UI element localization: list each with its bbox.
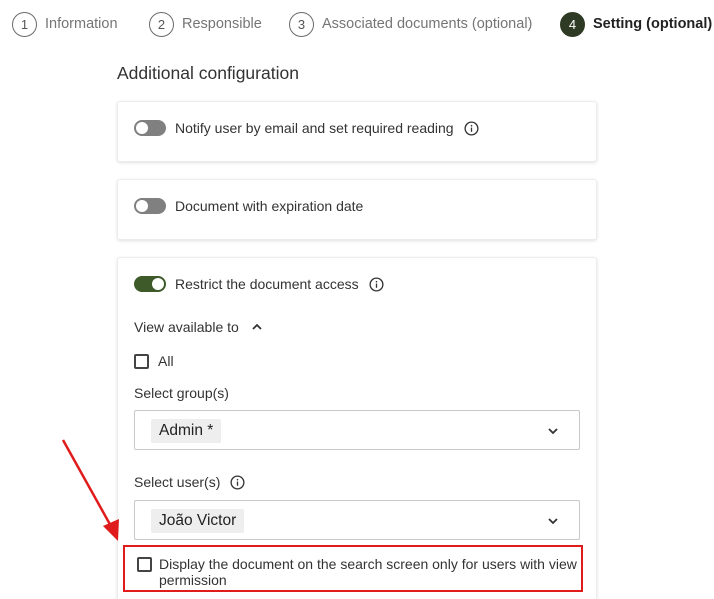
step-number: 3 — [289, 11, 314, 37]
expiration-label: Document with expiration date — [175, 198, 364, 214]
chevron-up-icon — [252, 323, 262, 330]
chevron-down-icon[interactable] — [547, 425, 559, 437]
display-only-label: Display the document on the search scree… — [159, 556, 577, 588]
notify-card: Notify user by email and set required re… — [117, 101, 597, 162]
expiration-toggle[interactable] — [134, 198, 166, 214]
stepper: 1 Information 2 Responsible 3 Associated… — [0, 11, 714, 39]
info-icon[interactable] — [230, 474, 245, 490]
step-label: Information — [45, 16, 118, 32]
all-checkbox-row: All — [134, 353, 174, 369]
users-label: Select user(s) — [134, 474, 245, 490]
expiration-toggle-row: Document with expiration date — [134, 198, 363, 214]
groups-select[interactable]: Admin * — [134, 410, 580, 450]
view-available-label: View available to — [134, 319, 239, 335]
step-label: Associated documents (optional) — [322, 16, 533, 32]
toggle-knob — [136, 200, 148, 212]
toggle-knob — [152, 278, 164, 290]
step-setting[interactable]: 4 Setting (optional) — [560, 11, 712, 37]
users-select[interactable]: João Victor — [134, 500, 580, 540]
groups-label: Select group(s) — [134, 385, 229, 401]
section-title: Additional configuration — [117, 63, 299, 83]
users-label-text: Select user(s) — [134, 474, 221, 490]
group-chip[interactable]: Admin * — [151, 419, 222, 443]
display-only-permission-highlight: Display the document on the search scree… — [123, 545, 583, 592]
step-label: Responsible — [182, 16, 262, 32]
user-chip[interactable]: João Victor — [151, 509, 245, 533]
restrict-toggle[interactable] — [134, 276, 166, 292]
notify-label: Notify user by email and set required re… — [175, 120, 454, 136]
step-label: Setting (optional) — [593, 16, 713, 32]
toggle-knob — [136, 122, 148, 134]
expiration-card: Document with expiration date — [117, 179, 597, 240]
info-icon[interactable] — [369, 276, 384, 292]
info-icon[interactable] — [464, 120, 479, 136]
step-number: 2 — [149, 11, 174, 37]
step-associated-documents[interactable]: 3 Associated documents (optional) — [289, 11, 532, 37]
restrict-toggle-row: Restrict the document access — [134, 276, 384, 292]
step-number: 1 — [12, 11, 37, 37]
view-available-toggle[interactable]: View available to — [134, 319, 263, 335]
step-responsible[interactable]: 2 Responsible — [149, 11, 262, 37]
chevron-down-icon[interactable] — [547, 515, 559, 527]
notify-toggle-row: Notify user by email and set required re… — [134, 120, 479, 136]
all-label: All — [158, 353, 174, 369]
restrict-label: Restrict the document access — [175, 276, 359, 292]
display-only-checkbox[interactable] — [137, 557, 152, 572]
step-number: 4 — [560, 11, 585, 37]
notify-toggle[interactable] — [134, 120, 166, 136]
groups-label-text: Select group(s) — [134, 385, 229, 401]
step-information[interactable]: 1 Information — [12, 11, 118, 37]
all-checkbox[interactable] — [134, 354, 149, 369]
